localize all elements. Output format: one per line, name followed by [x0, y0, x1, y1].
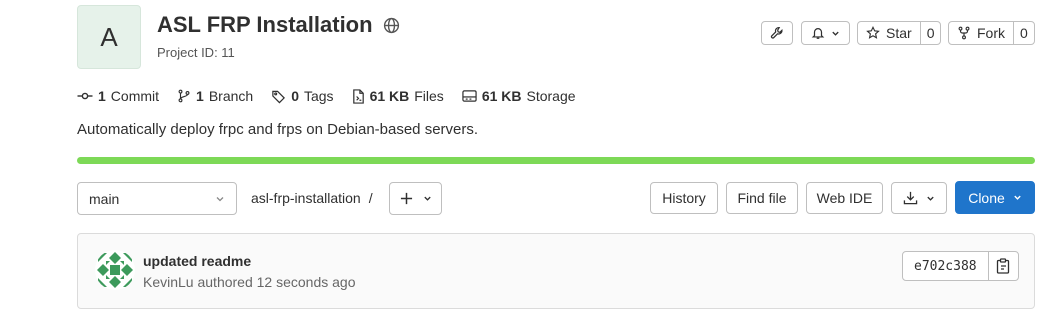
project-stats: 1 Commit 1 Branch 0 Tags 61 KB Files 61 … [77, 88, 576, 104]
fork-button[interactable]: Fork 0 [948, 21, 1035, 45]
stat-storage[interactable]: 61 KB Storage [462, 88, 576, 104]
clone-button[interactable]: Clone [955, 181, 1035, 214]
download-button[interactable] [891, 182, 947, 214]
project-description: Automatically deploy frpc and frps on De… [77, 121, 479, 138]
commit-sha-group: e702c388 [902, 251, 1019, 281]
star-label: Star [886, 25, 912, 41]
stat-count: 61 KB [369, 88, 410, 104]
globe-icon [383, 17, 400, 34]
branch-name: main [89, 190, 120, 207]
stat-label: Storage [526, 88, 576, 104]
stat-tags[interactable]: 0 Tags [271, 88, 334, 104]
stat-count: 1 [196, 88, 204, 104]
stat-files[interactable]: 61 KB Files [352, 88, 444, 104]
stat-label: Commit [110, 88, 160, 104]
star-icon [866, 26, 880, 40]
notification-button[interactable] [801, 21, 850, 45]
storage-icon [462, 89, 477, 103]
file-icon [352, 88, 365, 104]
clone-label: Clone [968, 189, 1005, 206]
star-part[interactable]: Star [858, 22, 920, 44]
fork-icon [957, 26, 971, 40]
project-avatar[interactable]: A [77, 5, 141, 69]
last-commit-panel: updated readme KevinLu authored 12 secon… [77, 233, 1035, 309]
find-file-button[interactable]: Find file [726, 182, 798, 214]
stat-count: 61 KB [481, 88, 522, 104]
stat-commits[interactable]: 1 Commit [77, 88, 159, 104]
wrench-icon [770, 26, 784, 40]
breadcrumb-separator: / [368, 190, 373, 206]
stat-count: 0 [291, 88, 299, 104]
commit-meta: KevinLu authored 12 seconds ago [143, 274, 356, 290]
stat-label: Tags [303, 88, 334, 104]
download-icon [903, 191, 918, 205]
user-avatar[interactable] [95, 250, 135, 290]
copy-sha-button[interactable] [987, 252, 1018, 280]
breadcrumb: asl-frp-installation / [251, 190, 373, 206]
project-avatar-letter: A [100, 21, 118, 52]
chevron-down-icon [831, 29, 840, 38]
fork-count[interactable]: 0 [1013, 22, 1034, 44]
star-count[interactable]: 0 [919, 22, 941, 44]
branch-selector[interactable]: main [77, 182, 237, 215]
project-title-row: ASL FRP Installation [157, 12, 400, 38]
commit-title[interactable]: updated readme [143, 253, 251, 269]
plus-icon [400, 192, 413, 205]
tag-icon [271, 89, 286, 104]
fork-label: Fork [977, 25, 1005, 41]
web-ide-button[interactable]: Web IDE [806, 182, 883, 214]
stat-branches[interactable]: 1 Branch [177, 88, 253, 104]
stat-label: Files [414, 88, 444, 104]
stat-count: 1 [98, 88, 106, 104]
project-id: Project ID: 11 [157, 45, 235, 60]
language-bar[interactable] [77, 157, 1035, 164]
clipboard-icon [996, 258, 1010, 274]
chevron-down-icon [423, 194, 432, 203]
commit-sha[interactable]: e702c388 [903, 252, 988, 280]
chevron-down-icon [1013, 193, 1022, 202]
settings-button[interactable] [761, 21, 793, 45]
add-to-tree-button[interactable] [389, 182, 442, 215]
star-button[interactable]: Star 0 [857, 21, 942, 45]
commit-icon [77, 89, 93, 103]
fork-part[interactable]: Fork [949, 22, 1013, 44]
branch-icon [177, 89, 191, 103]
breadcrumb-path[interactable]: asl-frp-installation [251, 190, 361, 206]
history-button[interactable]: History [650, 182, 718, 214]
bell-icon [811, 26, 825, 40]
stat-label: Branch [208, 88, 254, 104]
chevron-down-icon [215, 194, 225, 204]
project-title[interactable]: ASL FRP Installation [157, 12, 373, 38]
chevron-down-icon [926, 194, 935, 203]
